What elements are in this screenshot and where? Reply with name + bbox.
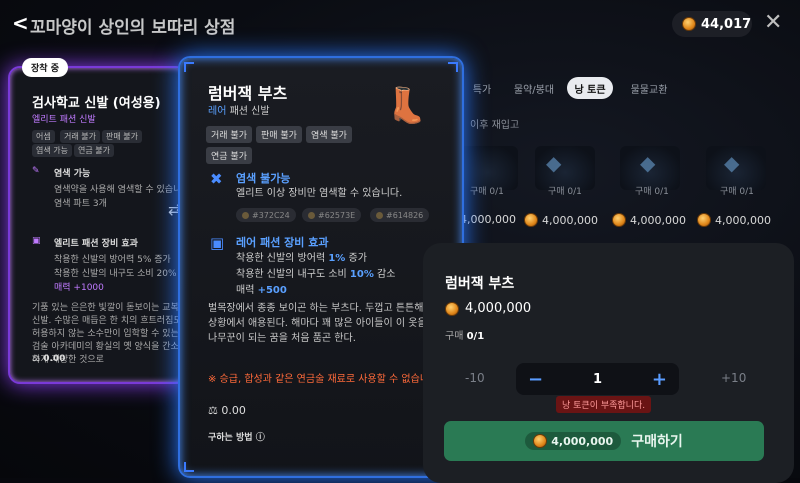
token-coin-icon [697, 213, 711, 227]
item-tag: 어셈 [32, 130, 55, 143]
item-purchase-count: 구매 0/1 [635, 187, 669, 197]
dye-text: 엘리트 이상 장비만 염색할 수 있습니다. [236, 188, 403, 199]
item-purchase-count: 구매 0/1 [720, 187, 754, 197]
item-tags: 거래 불가 판매 불가 염색 불가 연금 불가 [206, 126, 356, 164]
item-tag: 염색 불가 [305, 126, 352, 143]
item-type: 레어 패션 신발 [208, 106, 270, 117]
buy-button[interactable]: 4,000,000 구매하기 [444, 421, 764, 461]
tab-potion[interactable]: 물약/봉대 [508, 77, 560, 99]
dye-title: 염색 가능 [54, 169, 91, 179]
fashion-effect-icon: ▣ [210, 234, 225, 252]
item-icon: ◆ [724, 151, 740, 175]
dye-text: 염색약을 사용해 염색할 수 있습니다. [54, 185, 188, 195]
shirt-icon: ▣ [32, 236, 41, 246]
tab-special[interactable]: 특가 [462, 77, 502, 99]
purchase-panel: 럼버잭 부츠 4,000,000 구매 0/1 -10 − 1 + +10 낭 … [423, 243, 794, 483]
dye-parts: 염색 파트 3개 [54, 199, 107, 209]
item-detail-card: 럼버잭 부츠 레어 패션 신발 👢 거래 불가 판매 불가 염색 불가 연금 불… [178, 56, 464, 478]
item-icon: ◆ [546, 151, 562, 175]
effect-charm: 매력 +500 [236, 285, 287, 296]
close-icon[interactable]: ✕ [764, 10, 782, 35]
tab-barter[interactable]: 물물교환 [624, 77, 674, 99]
item-tag: 거래 불가 [206, 126, 252, 143]
dye-swatch: #372C24 [236, 208, 296, 222]
item-name: 럼버잭 부츠 [208, 84, 288, 103]
token-coin-icon [533, 434, 548, 448]
item-tag: 연금 불가 [206, 147, 252, 164]
corner-ornament [184, 462, 194, 472]
no-dye-icon: ✖ [210, 170, 223, 188]
effect-title: 레어 패션 장비 효과 [236, 236, 329, 249]
currency-display: 44,017 [672, 11, 752, 37]
effect-line: 착용한 신발의 내구도 소비 20% [54, 269, 177, 279]
restock-notice: 이후 재입고 [470, 120, 520, 131]
back-icon[interactable]: < [12, 11, 29, 35]
item-tag: 연금 불가 [74, 144, 114, 157]
token-coin-icon [612, 213, 626, 227]
quantity-value[interactable]: 1 [593, 372, 602, 387]
currency-amount: 44,017 [701, 16, 752, 32]
item-price: 4,000,000 [697, 213, 771, 227]
item-price: 4,000,000 [524, 213, 598, 227]
purchase-price: 4,000,000 [445, 301, 531, 316]
effect-durability: 착용한 신발의 내구도 소비 10% 감소 [236, 269, 396, 280]
item-tag: 판매 불가 [255, 126, 302, 143]
minus-ten-button[interactable]: -10 [465, 371, 485, 385]
item-price: 4,000,000 [460, 213, 516, 226]
buy-price-chip: 4,000,000 [525, 432, 622, 450]
equipped-item-card: 검사학교 신발 (여성용) 엘리트 패션 신발 어셈 거래 불가 판매 불가 염… [8, 66, 188, 384]
brush-icon: ✎ [32, 166, 40, 176]
boots-icon: 👢 [385, 86, 428, 126]
effect-line: 착용한 신발의 방어력 5% 증가 [54, 255, 171, 265]
tab-token[interactable]: 낭 토큰 [567, 77, 613, 99]
token-coin-icon [524, 213, 538, 227]
item-purchase-count: 구매 0/1 [470, 187, 504, 197]
item-tag: 염색 가능 [32, 144, 72, 157]
equipped-badge: 장착 중 [22, 58, 68, 77]
effect-title: 엘리트 패션 장비 효과 [54, 239, 138, 249]
buy-label: 구매하기 [631, 434, 683, 450]
token-coin-icon [445, 301, 459, 316]
quantity-stepper: − 1 + [516, 363, 679, 395]
item-tag: 거래 불가 [60, 130, 100, 143]
item-purchase-count: 구매 0/1 [548, 187, 582, 197]
insufficient-token-error: 낭 토큰이 부족합니다. [556, 396, 652, 413]
plus-icon[interactable]: + [652, 369, 667, 390]
purchase-item-name: 럼버잭 부츠 [445, 276, 515, 292]
header: < 꼬마양이 상인의 보따리 상점 44,017 ✕ [0, 0, 800, 46]
equipped-item-type: 엘리트 패션 신발 [32, 115, 96, 125]
item-icon: ◆ [640, 151, 656, 175]
plus-ten-button[interactable]: +10 [721, 371, 746, 385]
how-to-obtain-link[interactable]: 구하는 방법 ⓘ [208, 430, 265, 443]
token-coin-icon [682, 17, 696, 31]
corner-ornament [448, 62, 458, 72]
effect-defense: 착용한 신발의 방어력 1% 증가 [236, 253, 367, 264]
dye-title: 염색 불가능 [236, 172, 291, 185]
equipped-item-name: 검사학교 신발 (여성용) [32, 96, 161, 111]
item-description: 벌목장에서 종종 보이곤 하는 부츠다. 두껍고 튼튼해서 여러 상황에서 애용… [208, 303, 455, 344]
minus-icon[interactable]: − [528, 369, 543, 390]
purchase-limit: 구매 0/1 [445, 331, 485, 342]
page-title: 꼬마양이 상인의 보따리 상점 [30, 18, 236, 38]
alchemy-warning: ※ 승급, 합성과 같은 연금술 재료로 사용할 수 없습니다. [208, 374, 442, 385]
corner-ornament [184, 62, 194, 72]
dye-swatch: #62573E [302, 208, 362, 222]
item-price: 4,000,000 [612, 213, 686, 227]
weight-display: ⚖ 0.00 [32, 354, 66, 364]
item-tag: 판매 불가 [102, 130, 142, 143]
effect-line: 매력 +1000 [54, 283, 104, 293]
help-icon: ⓘ [255, 433, 265, 443]
weight-display: ⚖ 0.00 [208, 404, 246, 417]
dye-swatch: #614826 [370, 208, 430, 222]
